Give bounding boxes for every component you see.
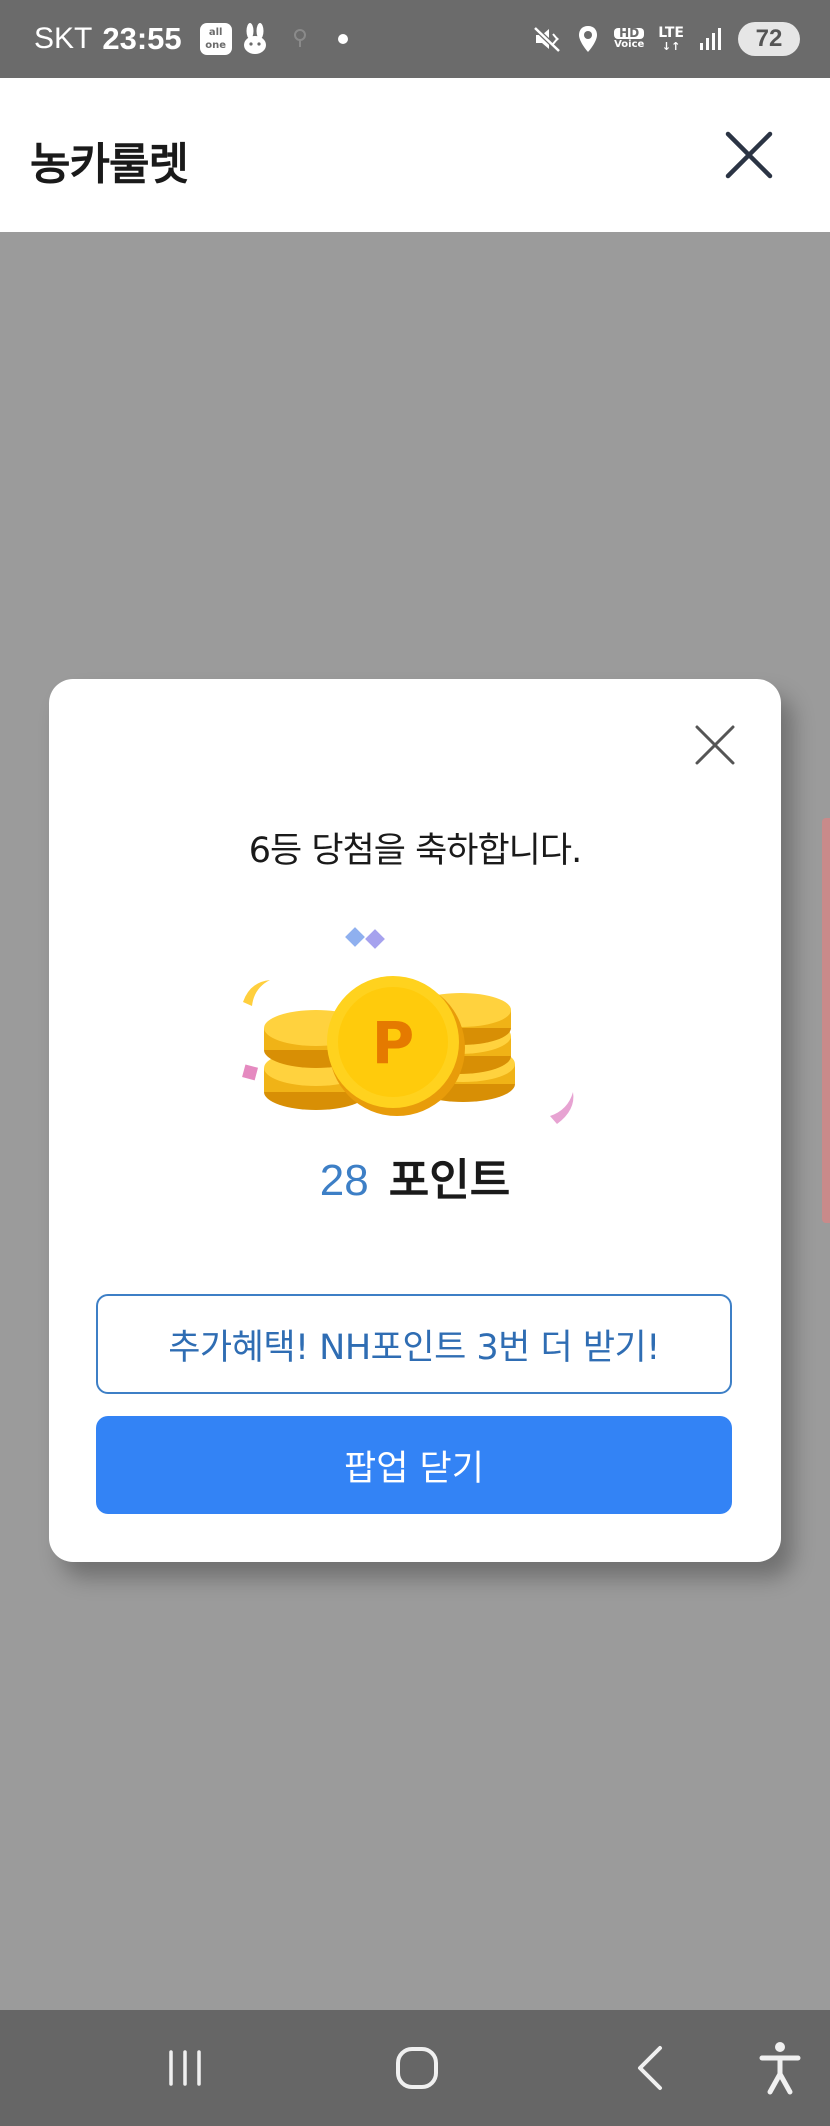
result-popup: 6등 당첨을 축하합니다. P 28 포인트 추가혜택! NH포인트 3번 더 …: [49, 679, 781, 1562]
lte-label: LTE: [658, 25, 684, 41]
lte-indicator: LTE ↓↑: [658, 25, 684, 53]
allone-app-icon: all one: [199, 23, 232, 55]
voice-label: Voice: [614, 39, 645, 50]
allone-bottom: one: [205, 40, 227, 51]
coin-letter: P: [372, 1009, 415, 1077]
navigation-bar: [0, 2010, 830, 2126]
coins-illustration: P: [242, 927, 574, 1124]
clock: 23:55: [102, 21, 182, 56]
location-pin-icon: [579, 26, 598, 52]
carrier-label: SKT: [34, 22, 93, 55]
popup-close-icon[interactable]: [694, 724, 736, 766]
hd-label: HD: [614, 27, 645, 39]
mute-icon: [533, 26, 561, 53]
confetti-blue-diamond: [345, 927, 365, 947]
points-unit: 포인트: [388, 1155, 511, 1206]
location-dim-icon: [293, 29, 306, 47]
rabbit-icon: [243, 23, 266, 54]
status-right: HD Voice LTE ↓↑ 72: [532, 0, 800, 78]
status-bar: SKT 23:55 all one HD Voice LTE ↓↑ 72: [0, 0, 830, 78]
confetti-purple-diamond: [365, 929, 385, 949]
page-title: 농카룰렛: [30, 139, 189, 190]
home-icon[interactable]: [388, 2038, 448, 2098]
scroll-indicator: [822, 818, 830, 1223]
back-icon[interactable]: [620, 2038, 680, 2098]
recent-apps-icon[interactable]: [155, 2038, 215, 2098]
close-popup-button[interactable]: 팝업 닫기: [96, 1416, 732, 1514]
signal-icon: [700, 28, 721, 50]
points-row: 28 포인트: [49, 1144, 781, 1208]
confetti-pink-square: [242, 1064, 259, 1081]
popup-heading: 6등 당첨을 축하합니다.: [248, 831, 582, 871]
accessibility-icon[interactable]: [750, 2038, 810, 2098]
data-arrows-icon: ↓↑: [661, 40, 681, 53]
battery-indicator: 72: [738, 22, 800, 56]
extra-benefit-button[interactable]: 추가혜택! NH포인트 3번 더 받기!: [96, 1294, 732, 1394]
hd-voice-indicator: HD Voice: [614, 27, 645, 50]
notification-dot-icon: [337, 34, 348, 44]
points-value: 28: [319, 1156, 369, 1205]
allone-top: all: [208, 27, 223, 38]
confetti-yellow-swirl: [243, 980, 270, 1006]
close-icon[interactable]: [724, 130, 774, 180]
status-left: SKT 23:55 all one: [34, 0, 350, 78]
confetti-pink-swirl: [550, 1092, 574, 1124]
app-header: 농카룰렛: [0, 78, 830, 232]
